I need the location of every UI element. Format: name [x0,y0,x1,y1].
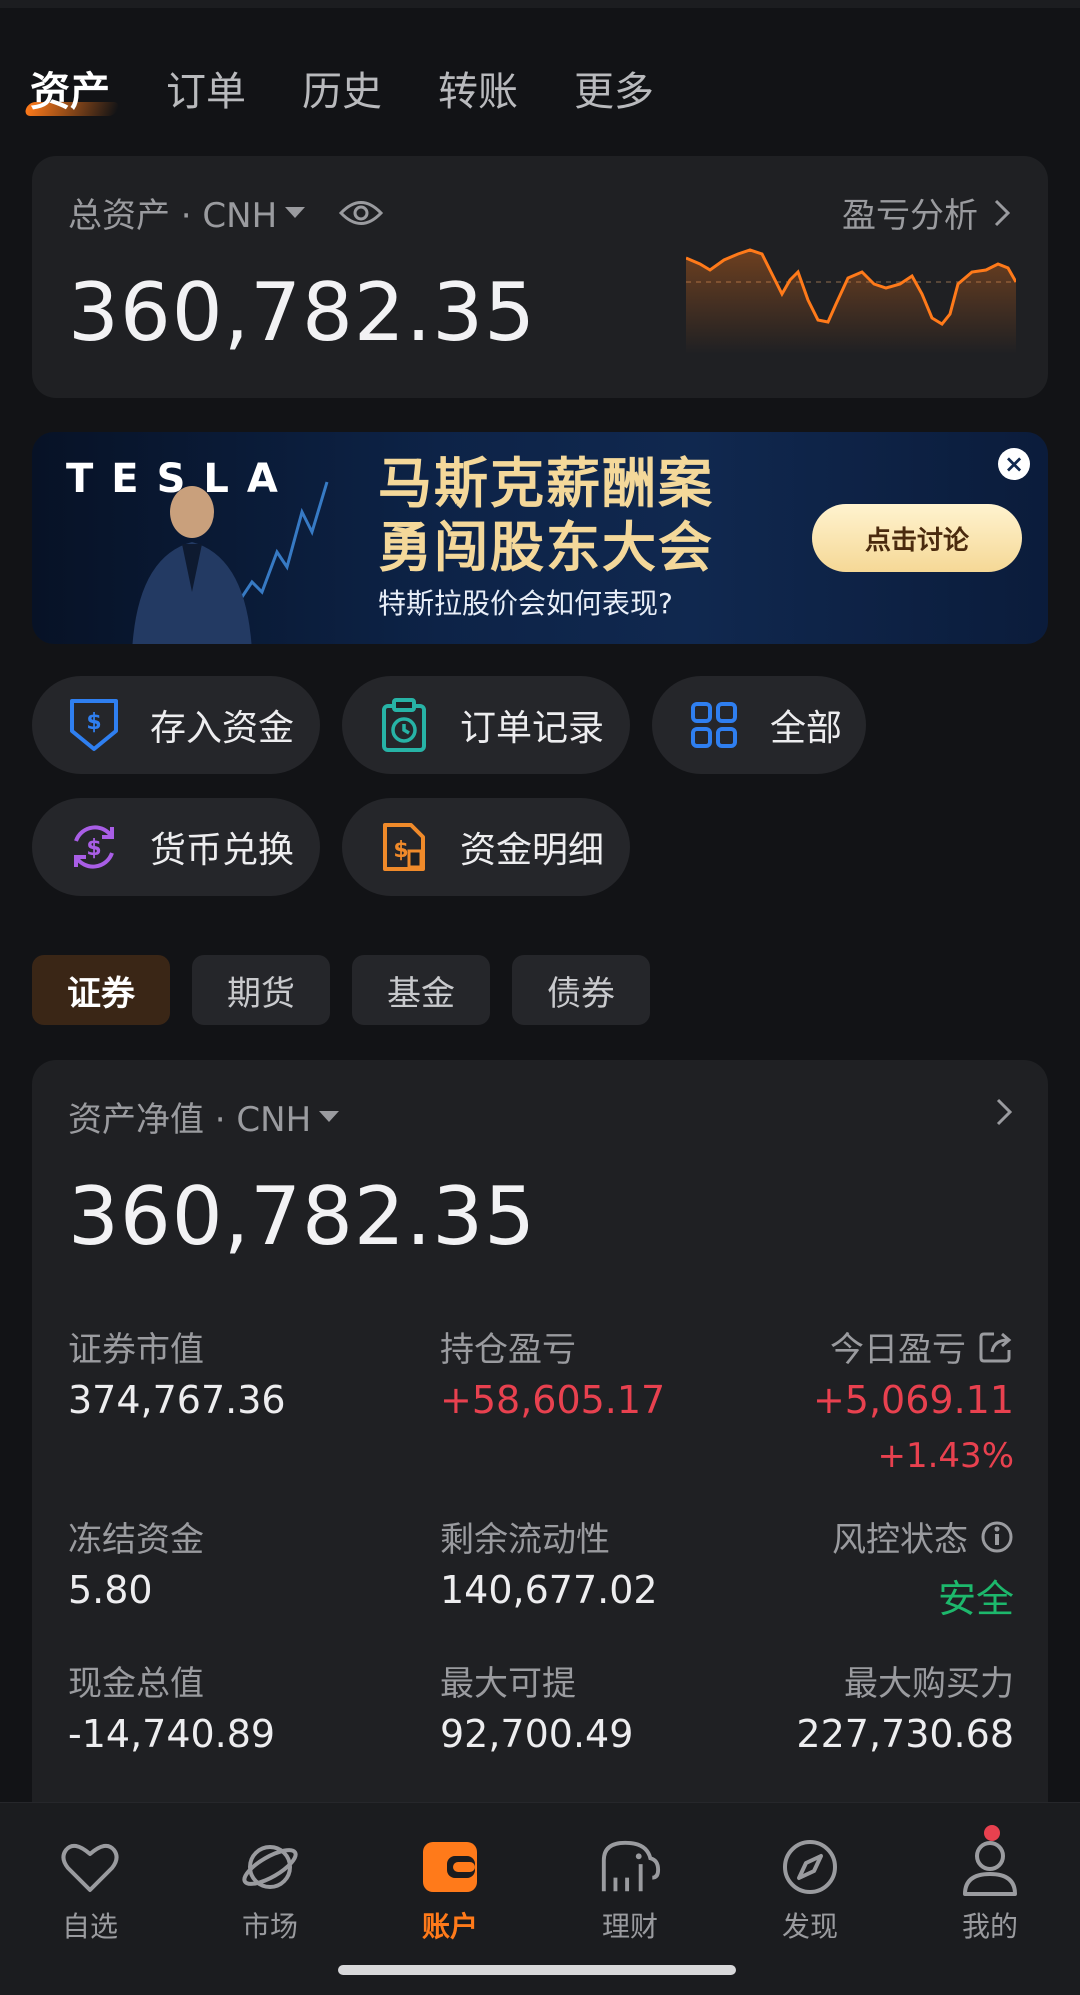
securities-value-label: 证券市值 [68,1330,204,1370]
all-services-label: 全部 [770,708,843,749]
order-records-label: 订单记录 [460,708,605,749]
max-withdraw-value: 92,700.49 [440,1712,634,1756]
pl-analysis-link[interactable]: 盈亏分析 [842,188,1010,237]
category-securities[interactable]: 证券 [32,955,170,1025]
nav-account-label: 账户 [421,1910,478,1943]
chevron-right-icon [994,199,1010,227]
banner-brand: TESLA [66,456,296,502]
frozen-funds-value: 5.80 [68,1568,153,1612]
fund-detail-icon: $ [376,819,432,875]
risk-status-value: 安全 [937,1577,1014,1621]
net-asset-card: 资产净值 · CNH 360,782.35 证券市值 374,767.36 持仓… [32,1060,1048,1820]
banner-title-line2: 勇闯股东大会 [378,516,714,579]
banner-close-icon[interactable]: × [998,448,1030,480]
nav-watchlist-label: 自选 [61,1910,118,1943]
tab-orders[interactable]: 订单 [166,62,246,122]
currency-exchange-icon: $ [66,819,122,875]
net-asset-value: 360,782.35 [68,1170,537,1263]
max-withdraw-label: 最大可提 [440,1664,576,1704]
nav-me[interactable]: 我的 [930,1825,1050,1945]
deposit-button[interactable]: $ 存入资金 [32,676,320,774]
home-indicator [338,1965,736,1975]
wallet-icon [418,1835,482,1899]
share-icon[interactable] [978,1330,1014,1364]
max-buying-power-label: 最大购买力 [844,1664,1014,1704]
banner-subtitle: 特斯拉股价会如何表现? [378,587,673,620]
fund-detail-button[interactable]: $ 资金明细 [342,798,630,896]
risk-status-header: 风控状态 [832,1512,1014,1561]
total-assets-card: 总资产 · CNH 盈亏分析 360,782.35 [32,156,1048,398]
max-buying-power-value: 227,730.68 [796,1712,1014,1756]
nav-discover-label: 发现 [781,1910,838,1943]
heart-icon [58,1835,122,1899]
svg-text:$: $ [86,836,101,861]
user-icon [958,1825,1022,1899]
chevron-right-icon[interactable] [996,1098,1013,1130]
nav-market-label: 市场 [241,1910,298,1943]
today-pl-value: +5,069.11 [812,1378,1014,1422]
elephant-icon [598,1835,662,1899]
tab-more[interactable]: 更多 [574,62,654,122]
risk-status-label: 风控状态 [832,1520,968,1560]
currency-exchange-button[interactable]: $ 货币兑换 [32,798,320,896]
position-pl-label: 持仓盈亏 [440,1330,576,1370]
securities-value: 374,767.36 [68,1378,286,1422]
eye-icon[interactable] [339,198,384,228]
deposit-shield-icon: $ [66,697,122,753]
nav-wealth-label: 理财 [601,1910,658,1943]
planet-icon [238,1835,302,1899]
nav-account[interactable]: 账户 [390,1835,510,1945]
today-pl-percent: +1.43% [877,1436,1015,1476]
nav-discover[interactable]: 发现 [750,1835,870,1945]
banner-discuss-button[interactable]: 点击讨论 [812,504,1022,572]
tab-assets[interactable]: 资产 [30,62,110,122]
notification-badge [984,1825,1000,1841]
nav-me-label: 我的 [961,1910,1018,1943]
net-asset-label: 资产净值 · CNH [68,1100,312,1140]
currency-exchange-label: 货币兑换 [150,830,295,871]
today-pl-label: 今日盈亏 [830,1330,966,1370]
compass-icon [778,1835,842,1899]
total-assets-label: 总资产 · CNH [68,196,278,236]
remaining-liquidity-value: 140,677.02 [440,1568,658,1612]
top-tabs: 资产 订单 历史 转账 更多 [30,62,710,122]
grid-icon [686,697,742,753]
net-asset-currency-selector[interactable]: 资产净值 · CNH [68,1092,340,1141]
total-cash-value: -14,740.89 [68,1712,276,1756]
frozen-funds-label: 冻结资金 [68,1520,204,1560]
nav-market[interactable]: 市场 [210,1835,330,1945]
status-bar [0,0,1080,8]
clipboard-clock-icon [376,697,432,753]
remaining-liquidity-label: 剩余流动性 [440,1520,610,1560]
position-pl-value: +58,605.17 [440,1378,666,1422]
caret-down-icon [319,1111,340,1122]
category-futures[interactable]: 期货 [192,955,330,1025]
info-icon[interactable] [980,1520,1014,1554]
tab-history[interactable]: 历史 [302,62,382,122]
total-assets-currency-selector[interactable]: 总资产 · CNH [68,188,384,237]
category-bonds[interactable]: 债券 [512,955,650,1025]
all-services-button[interactable]: 全部 [652,676,866,774]
deposit-label: 存入资金 [150,708,295,749]
order-records-button[interactable]: 订单记录 [342,676,630,774]
nav-wealth[interactable]: 理财 [570,1835,690,1945]
svg-text:$: $ [393,838,408,863]
nav-watchlist[interactable]: 自选 [30,1835,150,1945]
pl-sparkline[interactable] [686,244,1016,354]
banner-title: 马斯克薪酬案 勇闯股东大会 [378,452,714,580]
total-cash-label: 现金总值 [68,1664,204,1704]
category-funds[interactable]: 基金 [352,955,490,1025]
today-pl-header: 今日盈亏 [830,1322,1014,1371]
banner-title-line1: 马斯克薪酬案 [378,452,714,515]
total-assets-value: 360,782.35 [68,266,537,359]
fund-detail-label: 资金明细 [460,830,605,871]
svg-text:$: $ [86,710,101,735]
caret-down-icon [285,207,306,218]
tab-transfer[interactable]: 转账 [438,62,518,122]
promo-banner[interactable]: TESLA 马斯克薪酬案 勇闯股东大会 特斯拉股价会如何表现? 点击讨论 × [32,432,1048,644]
pl-analysis-label: 盈亏分析 [842,196,978,236]
